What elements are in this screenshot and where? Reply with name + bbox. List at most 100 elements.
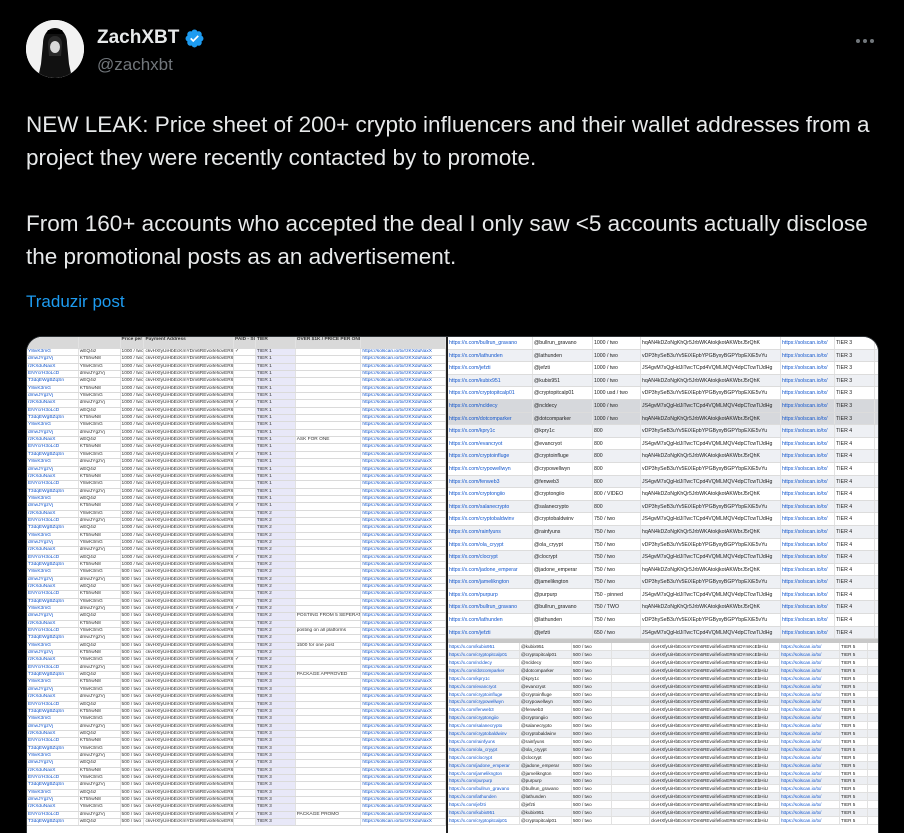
table-row: https://x.com/lathunden @lathunden 1000 / … bbox=[448, 349, 878, 363]
table-row: https://x.com/lathunden @lathunden 750 / t… bbox=[448, 614, 878, 627]
table-row: rzKXduNaxX Y8ivK3mG 1000 / two ckvHXfyUiHbE… bbox=[27, 363, 446, 372]
table-row: https://x.com/cryptobaldwinv @cryptobaldw… bbox=[448, 513, 878, 526]
more-options-button[interactable] bbox=[852, 28, 878, 54]
table-row: ENYcrH3oLcD wEQ4iz 1000 / two ckvHXfyUiHbEc… bbox=[27, 407, 446, 416]
table-row: https://x.com/jefzti @jefzti 500 / two ckvH… bbox=[448, 801, 878, 809]
table-row: https://x.com/rainfyuns @rainfyuns 500 / t… bbox=[448, 737, 878, 746]
avatar[interactable] bbox=[26, 20, 84, 78]
table-row: https://x.com/purpurp @purpurp 500 / two ck… bbox=[448, 777, 878, 786]
translate-post-link[interactable]: Traduzir post bbox=[26, 292, 125, 312]
table-row: https://x.com/salanecrypto @salanecrypto 5… bbox=[448, 722, 878, 731]
table-row: rzKXduNaxX wEQ4iz 500 / two ckvHXfyUiHbEcKm… bbox=[27, 584, 446, 592]
table-row: https://x.com/fenweb3 @fenweb3 500 / two ck… bbox=[448, 706, 878, 715]
table-row: https://x.com/kubix951 @kubix951 1000 / tw… bbox=[448, 374, 878, 388]
table-row: https://x.com/kubix951 @kubix951 500 / two… bbox=[448, 808, 878, 817]
table-row: Y8ivK3mG KT5hwN8 500 / two ckvHXfyUiHbEcKmY… bbox=[27, 679, 446, 687]
table-row: https://x.com/ncldecy @ncldecy 500 / two ck… bbox=[448, 659, 878, 667]
table-row: https://x.com/cryptopitcalp01 @cryptopitc… bbox=[448, 387, 878, 400]
table-row: https://x.com/ola_cryypt @ola_cryypt 500 /… bbox=[448, 745, 878, 754]
table-row: https://x.com/kpry1c @kpry1c 500 / two ckvH… bbox=[448, 674, 878, 683]
table-row: Y8ivK3mG wEQ4iz 1000 / two ckvHXfyUiHbEcKmY… bbox=[27, 495, 446, 504]
table-row: ENYcrH3oLcD dmwJYgzVj 500 / two ckvHXfyUiHb… bbox=[27, 664, 446, 673]
table-row: ENYcrH3oLcD KT5hwN8 500 / two ckvHXfyUiHbEc… bbox=[27, 591, 446, 599]
table-row: rzKXduNaxX KT5hwN8 500 / two ckvHXfyUiHbEcK… bbox=[27, 767, 446, 775]
table-row: https://x.com/ola_cryypt @ola_cryypt 750 /… bbox=[448, 538, 878, 552]
author-name[interactable]: ZachXBT bbox=[97, 27, 179, 49]
table-row: dmwJYgzVj Y8ivK3mG 500 / two ckvHXfyUiHbEcK… bbox=[27, 686, 446, 695]
table-row: ENYcrH3oLcD dmwJYgzVj 500 / two ckvHXfyUiHb… bbox=[27, 811, 446, 819]
table-row: Y8ivK3mG KT5hwN8 1000 / two ckvHXfyUiHbEcKm… bbox=[27, 385, 446, 394]
table-row: https://x.com/cryptongiio @cryptongiio 800… bbox=[448, 488, 878, 501]
table-row: Y8ivK3mG KT5hwN8 1000 / two ckvHXfyUiHbEcKm… bbox=[27, 532, 446, 540]
table-row: dmwJYgzVj dmwJYgzVj 1000 / two ckvHXfyUiHbE… bbox=[27, 429, 446, 438]
tweet-header: ZachXBT @zachxbt bbox=[26, 20, 886, 84]
table-row: T3dqEWgBZqSn KT5hwN8 1000 / two ckvHXfyUiHb… bbox=[27, 561, 446, 570]
table-row: dmwJYgzVj KT5hwN8 500 / two ckvHXfyUiHbEcKm… bbox=[27, 650, 446, 658]
author-handle[interactable]: @zachxbt bbox=[97, 55, 173, 75]
table-row: https://x.com/dotcomparker @dotcomparker 1… bbox=[448, 412, 878, 426]
table-row: dmwJYgzVj wEQ4iz 500 / two ckvHXfyUiHbEcKmY… bbox=[27, 760, 446, 768]
avatar-icon bbox=[26, 20, 84, 78]
table-row: dmwJYgzVj Y8ivK3mG 1000 / two ckvHXfyUiHbEc… bbox=[27, 539, 446, 548]
table-row: https://x.com/jadone_emperar @jadone_empe… bbox=[448, 761, 878, 770]
table-row: https://x.com/kubix951 @kubix951 500 / two… bbox=[448, 643, 878, 652]
table-row: dmwJYgzVj wEQ4iz 1000 / two ckvHXfyUiHbEcKm… bbox=[27, 466, 446, 474]
table-row: T3dqEWgBZqSn KT5hwN8 1000 / two ckvHXfyUiHb… bbox=[27, 415, 446, 423]
table-row: Y8ivK3mG Y8ivK3mG 500 / two ckvHXfyUiHbEcKm… bbox=[27, 569, 446, 577]
tweet-paragraph-2: From 160+ accounts who accepted the deal… bbox=[26, 211, 868, 269]
table-row: https://x.com/ncldecy @ncldecy 1000 / two J… bbox=[448, 399, 878, 413]
table-row: https://x.com/jamelikngton @jamelikngton 5… bbox=[448, 769, 878, 778]
table-row: https://x.com/cryptobaldwinv @cryptobaldw… bbox=[448, 730, 878, 738]
table-row: ENYcrH3oLcD Y8ivK3mG 500 / two ckvHXfyUiHbE… bbox=[27, 774, 446, 783]
table-row: https://x.com/bullrun_gravano @bullrun_gr… bbox=[448, 601, 878, 615]
table-row: rzKXduNaxX dmwJYgzVj 1000 / two ckvHXfyUiHb… bbox=[27, 547, 446, 555]
table-row: T3dqEWgBZqSn dmwJYgzVj 500 / two ckvHXfyUiH… bbox=[27, 635, 446, 643]
table-row: dmwJYgzVj dmwJYgzVj 500 / two ckvHXfyUiHbEc… bbox=[27, 723, 446, 731]
table-row: Y8ivK3mG Y8ivK3mG 500 / two ckvHXfyUiHbEcKm… bbox=[27, 716, 446, 724]
table-row: T3dqEWgBZqSn wEQ4iz 1000 / two ckvHXfyUiHbE… bbox=[27, 525, 446, 533]
table-row: dmwJYgzVj KT5hwN8 1000 / two ckvHXfyUiHbEcK… bbox=[27, 503, 446, 511]
table-row: dmwJYgzVj KT5hwN8 500 / two ckvHXfyUiHbEcKm… bbox=[27, 796, 446, 805]
table-row: rzKXduNaxX Y8ivK3mG 500 / two ckvHXfyUiHbEc… bbox=[27, 804, 446, 812]
table-row: https://x.com/jefzti @jefzti 1000 / two JS4… bbox=[448, 362, 878, 375]
table-row: ENYcrH3oLcD dmwJYgzVj 1000 / two ckvHXfyUiH… bbox=[27, 517, 446, 526]
table-row: Y8ivK3mG dmwJYgzVj 500 / two ckvHXfyUiHbEcK… bbox=[27, 606, 446, 614]
table-row: rzKXduNaxX wEQ4iz 1000 / two ckvHXfyUiHbEcK… bbox=[27, 437, 446, 445]
more-horizontal-icon bbox=[856, 39, 860, 43]
table-row: https://x.com/lathunden @lathunden 500 / t… bbox=[448, 793, 878, 802]
tweet-text: NEW LEAK: Price sheet of 200+ crypto inf… bbox=[26, 108, 886, 273]
table-row: https://x.com/cryptoinfluge @cryptoinflug… bbox=[448, 450, 878, 463]
table-row: dmwJYgzVj dmwJYgzVj 500 / two ckvHXfyUiHbEc… bbox=[27, 576, 446, 584]
table-row: ENYcrH3oLcD Y8ivK3mG 500 / two ckvHXfyUiHbE… bbox=[27, 628, 446, 636]
table-row: https://x.com/crypowellwyn @crypowellwyn 8… bbox=[448, 462, 878, 476]
table-row: rzKXduNaxX Y8ivK3mG 500 / two ckvHXfyUiHbEc… bbox=[27, 657, 446, 665]
table-row: https://x.com/jadone_emperar @jadone_empe… bbox=[448, 563, 878, 577]
left-spreadsheet-image: Price per PostPayment AddressPAID - SOL … bbox=[27, 337, 448, 833]
table-row: dmwJYgzVj wEQ4iz 500 / two ckvHXfyUiHbEcKmY… bbox=[27, 613, 446, 621]
table-row: rzKXduNaxX KT5hwN8 1000 / two ckvHXfyUiHbEc… bbox=[27, 473, 446, 482]
table-row: https://x.com/fenweb3 @fenweb3 800 JS4gvM7s… bbox=[448, 475, 878, 489]
table-row: ENYcrH3oLcD dmwJYgzVj 1000 / two ckvHXfyUiH… bbox=[27, 371, 446, 379]
table-row: rzKXduNaxX dmwJYgzVj 1000 / two ckvHXfyUiHb… bbox=[27, 400, 446, 408]
table-row: ENYcrH3oLcD Y8ivK3mG 1000 / two ckvHXfyUiHb… bbox=[27, 481, 446, 489]
tweet-paragraph-1: NEW LEAK: Price sheet of 200+ crypto inf… bbox=[26, 112, 870, 170]
table-row: https://x.com/kpry1c @kpry1c 800 vDP3hySeB3… bbox=[448, 425, 878, 438]
table-row: Y8ivK3mG wEQ4iz 500 / two ckvHXfyUiHbEcKmYD… bbox=[27, 642, 446, 651]
tweet-media-image[interactable]: Price per PostPayment AddressPAID - SOL … bbox=[26, 336, 879, 833]
table-row: https://x.com/cryptongiio @cryptongiio 500… bbox=[448, 714, 878, 723]
table-row: T3dqEWgBZqSn wEQ4iz 500 / two ckvHXfyUiHbEc… bbox=[27, 672, 446, 680]
table-row: dmwJYgzVj Y8ivK3mG 1000 / two ckvHXfyUiHbEc… bbox=[27, 393, 446, 401]
table-row: ENYcrH3oLcD wEQ4iz 1000 / two ckvHXfyUiHbEc… bbox=[27, 554, 446, 562]
table-row: T3dqEWgBZqSn KT5hwN8 500 / two ckvHXfyUiHbE… bbox=[27, 708, 446, 717]
table-row: https://x.com/rainfyuns @rainfyuns 750 / t… bbox=[448, 525, 878, 539]
table-row: T3dqEWgBZqSn dmwJYgzVj 1000 / two ckvHXfyUi… bbox=[27, 488, 446, 496]
table-row: T3dqEWgBZqSn dmwJYgzVj 500 / two ckvHXfyUiH… bbox=[27, 782, 446, 790]
table-row: https://x.com/bullrun_gravano @bullrun_gr… bbox=[448, 785, 878, 794]
table-row: https://x.com/cryptopitcalp01 @cryptopitc… bbox=[448, 651, 878, 660]
table-row: https://x.com/salanecrypto @salanecrypto 8… bbox=[448, 500, 878, 514]
author-name-row: ZachXBT bbox=[97, 27, 205, 49]
table-row: T3dqEWgBZqSn wEQ4iz 500 / two ckvHXfyUiHbEc… bbox=[27, 819, 446, 827]
table-row: ENYcrH3oLcD wEQ4iz 500 / two ckvHXfyUiHbEcK… bbox=[27, 701, 446, 709]
right-spreadsheet-image: https://x.com/bullrun_gravano @bullrun_gr… bbox=[448, 337, 878, 833]
table-row: rzKXduNaxX KT5hwN8 500 / two ckvHXfyUiHbEcK… bbox=[27, 620, 446, 629]
